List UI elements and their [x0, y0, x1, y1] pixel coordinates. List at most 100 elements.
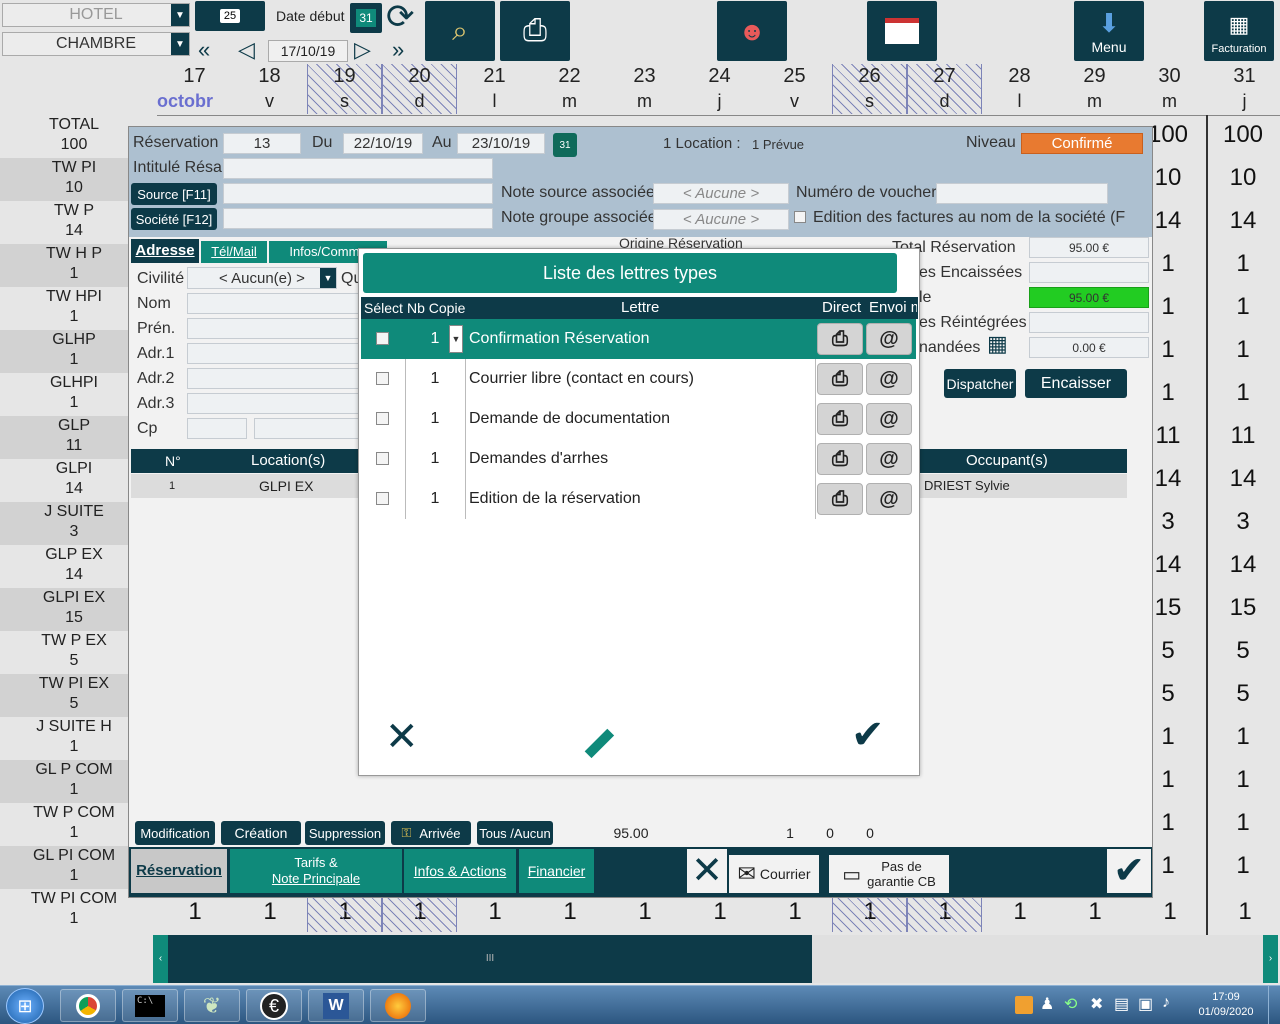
- calendar-button[interactable]: 25: [195, 1, 265, 31]
- day-column-30[interactable]: 30 m: [1132, 64, 1207, 114]
- row-label[interactable]: TW PI EX 5: [0, 674, 148, 717]
- user-tray-icon[interactable]: ♟: [1040, 994, 1054, 1014]
- arrivee-button[interactable]: ⚿ Arrivée: [391, 821, 471, 845]
- col-occupant[interactable]: Occupant(s): [966, 449, 1086, 473]
- email-icon[interactable]: @: [866, 403, 912, 435]
- availability-cell[interactable]: 1: [460, 898, 530, 926]
- chevron-down-icon[interactable]: ▼: [449, 325, 463, 353]
- row-label[interactable]: TW HPI 1: [0, 287, 148, 330]
- col-location[interactable]: Location(s): [251, 449, 331, 473]
- email-icon[interactable]: @: [866, 443, 912, 475]
- letter-row[interactable]: 1 Demandes d'arrhes ⎙ @: [361, 439, 916, 479]
- day-column-20[interactable]: 20 d: [382, 64, 457, 114]
- day-column-19[interactable]: 19 s: [307, 64, 382, 114]
- row-label[interactable]: GL PI COM 1: [0, 846, 148, 889]
- laurel-icon[interactable]: ❦: [184, 989, 240, 1022]
- email-icon[interactable]: @: [866, 483, 912, 515]
- letter-row[interactable]: 1 Confirmation Réservation ⎙ @ ▼: [361, 319, 916, 359]
- start-icon[interactable]: ⊞: [6, 988, 44, 1024]
- availability-cell[interactable]: 1: [1208, 723, 1278, 751]
- day-column-27[interactable]: 27 d: [907, 64, 982, 114]
- tab-reservation[interactable]: Réservation: [131, 849, 227, 893]
- print-direct-icon[interactable]: ⎙: [817, 403, 863, 435]
- suppression-button[interactable]: Suppression: [305, 821, 385, 845]
- col-lettre[interactable]: Lettre: [621, 297, 659, 319]
- print-direct-icon[interactable]: ⎙: [817, 323, 863, 355]
- tray-icon[interactable]: [1015, 996, 1033, 1014]
- row-label[interactable]: TW H P 1: [0, 244, 148, 287]
- scrollbar[interactable]: ‹ III ›: [153, 935, 1278, 983]
- calculator-icon[interactable]: ▦: [987, 331, 1008, 357]
- col-select[interactable]: Sélect: [364, 297, 403, 319]
- row-label[interactable]: TW P COM 1: [0, 803, 148, 846]
- sync-tray-icon[interactable]: ⟲: [1064, 994, 1077, 1014]
- availability-cell[interactable]: 1: [1208, 809, 1278, 837]
- fast-forward-icon[interactable]: »: [392, 36, 404, 64]
- modification-button[interactable]: Modification: [135, 821, 215, 845]
- day-column-26[interactable]: 26 s: [832, 64, 907, 114]
- validate-icon[interactable]: ✔: [851, 715, 885, 755]
- email-icon[interactable]: @: [866, 363, 912, 395]
- availability-cell[interactable]: 1: [1208, 293, 1278, 321]
- show-desktop-button[interactable]: [1268, 986, 1280, 1024]
- availability-cell[interactable]: 1: [1060, 898, 1130, 926]
- row-label[interactable]: TW PI 10: [0, 158, 148, 201]
- row-label[interactable]: TW PI COM 1: [0, 889, 148, 932]
- tab-tel-mail[interactable]: Tél/Mail: [201, 241, 267, 263]
- clients-button[interactable]: ☻: [717, 1, 787, 61]
- intitule-field[interactable]: [223, 158, 493, 179]
- nom-field[interactable]: [187, 293, 362, 314]
- row-label[interactable]: J SUITE H 1: [0, 717, 148, 760]
- availability-cell[interactable]: 1: [685, 898, 755, 926]
- availability-cell[interactable]: 1: [535, 898, 605, 926]
- courrier-button[interactable]: ✉ Courrier: [729, 855, 819, 893]
- search-button[interactable]: ⌕: [425, 1, 495, 61]
- select-checkbox[interactable]: [376, 452, 389, 465]
- confirm-icon[interactable]: ✔: [1107, 849, 1151, 893]
- adr3-field[interactable]: [187, 393, 362, 414]
- availability-cell[interactable]: 14: [1208, 207, 1278, 235]
- day-column-24[interactable]: 24 j: [682, 64, 757, 114]
- availability-cell[interactable]: 11: [1208, 422, 1278, 450]
- tools-tray-icon[interactable]: ✖: [1090, 994, 1103, 1014]
- au-field[interactable]: 23/10/19: [457, 133, 545, 154]
- print-direct-icon[interactable]: ⎙: [817, 483, 863, 515]
- display-tray-icon[interactable]: ▣: [1138, 994, 1153, 1014]
- encaisser-button[interactable]: Encaisser: [1025, 369, 1127, 398]
- eraser-icon[interactable]: ▬: [570, 714, 621, 765]
- euro-icon[interactable]: €: [246, 989, 302, 1022]
- row-label[interactable]: J SUITE 3: [0, 502, 148, 545]
- date-field[interactable]: 17/10/19: [268, 40, 348, 62]
- voucher-field[interactable]: [936, 183, 1108, 204]
- print-button[interactable]: ⎙: [500, 1, 570, 61]
- select-checkbox[interactable]: [376, 332, 389, 345]
- chrome-icon[interactable]: [60, 989, 116, 1022]
- email-icon[interactable]: @: [866, 323, 912, 355]
- availability-cell[interactable]: 1: [760, 898, 830, 926]
- calendar-31-icon[interactable]: 31: [553, 133, 577, 157]
- dispatcher-button[interactable]: Dispatcher: [944, 369, 1016, 398]
- col-no[interactable]: N°: [165, 449, 187, 473]
- availability-cell[interactable]: 1: [1208, 766, 1278, 794]
- row-label[interactable]: TW P EX 5: [0, 631, 148, 674]
- tous-aucun-button[interactable]: Tous /Aucun: [477, 821, 553, 845]
- row-label[interactable]: TOTAL 100: [0, 115, 148, 158]
- letter-row[interactable]: 1 Courrier libre (contact en cours) ⎙ @: [361, 359, 916, 399]
- letter-row[interactable]: 1 Edition de la réservation ⎙ @: [361, 479, 916, 519]
- availability-cell[interactable]: 1: [1135, 898, 1205, 926]
- row-label[interactable]: GLHP 1: [0, 330, 148, 373]
- back-icon[interactable]: ◁: [238, 36, 255, 64]
- row-label[interactable]: GLHPI 1: [0, 373, 148, 416]
- availability-cell[interactable]: 14: [1208, 551, 1278, 579]
- availability-cell[interactable]: 1: [1210, 898, 1280, 926]
- availability-cell[interactable]: 1: [160, 898, 230, 926]
- availability-cell[interactable]: 1: [610, 898, 680, 926]
- day-column-22[interactable]: 22 m: [532, 64, 607, 114]
- scroll-right-icon[interactable]: ›: [1263, 935, 1278, 983]
- availability-cell[interactable]: 100: [1208, 121, 1278, 149]
- availability-cell[interactable]: 1: [1208, 852, 1278, 880]
- source-button[interactable]: Source [F11]: [131, 183, 217, 205]
- availability-cell[interactable]: 3: [1208, 508, 1278, 536]
- col-copies[interactable]: Nb Copie: [407, 297, 465, 319]
- tab-adresse[interactable]: Adresse: [131, 239, 199, 263]
